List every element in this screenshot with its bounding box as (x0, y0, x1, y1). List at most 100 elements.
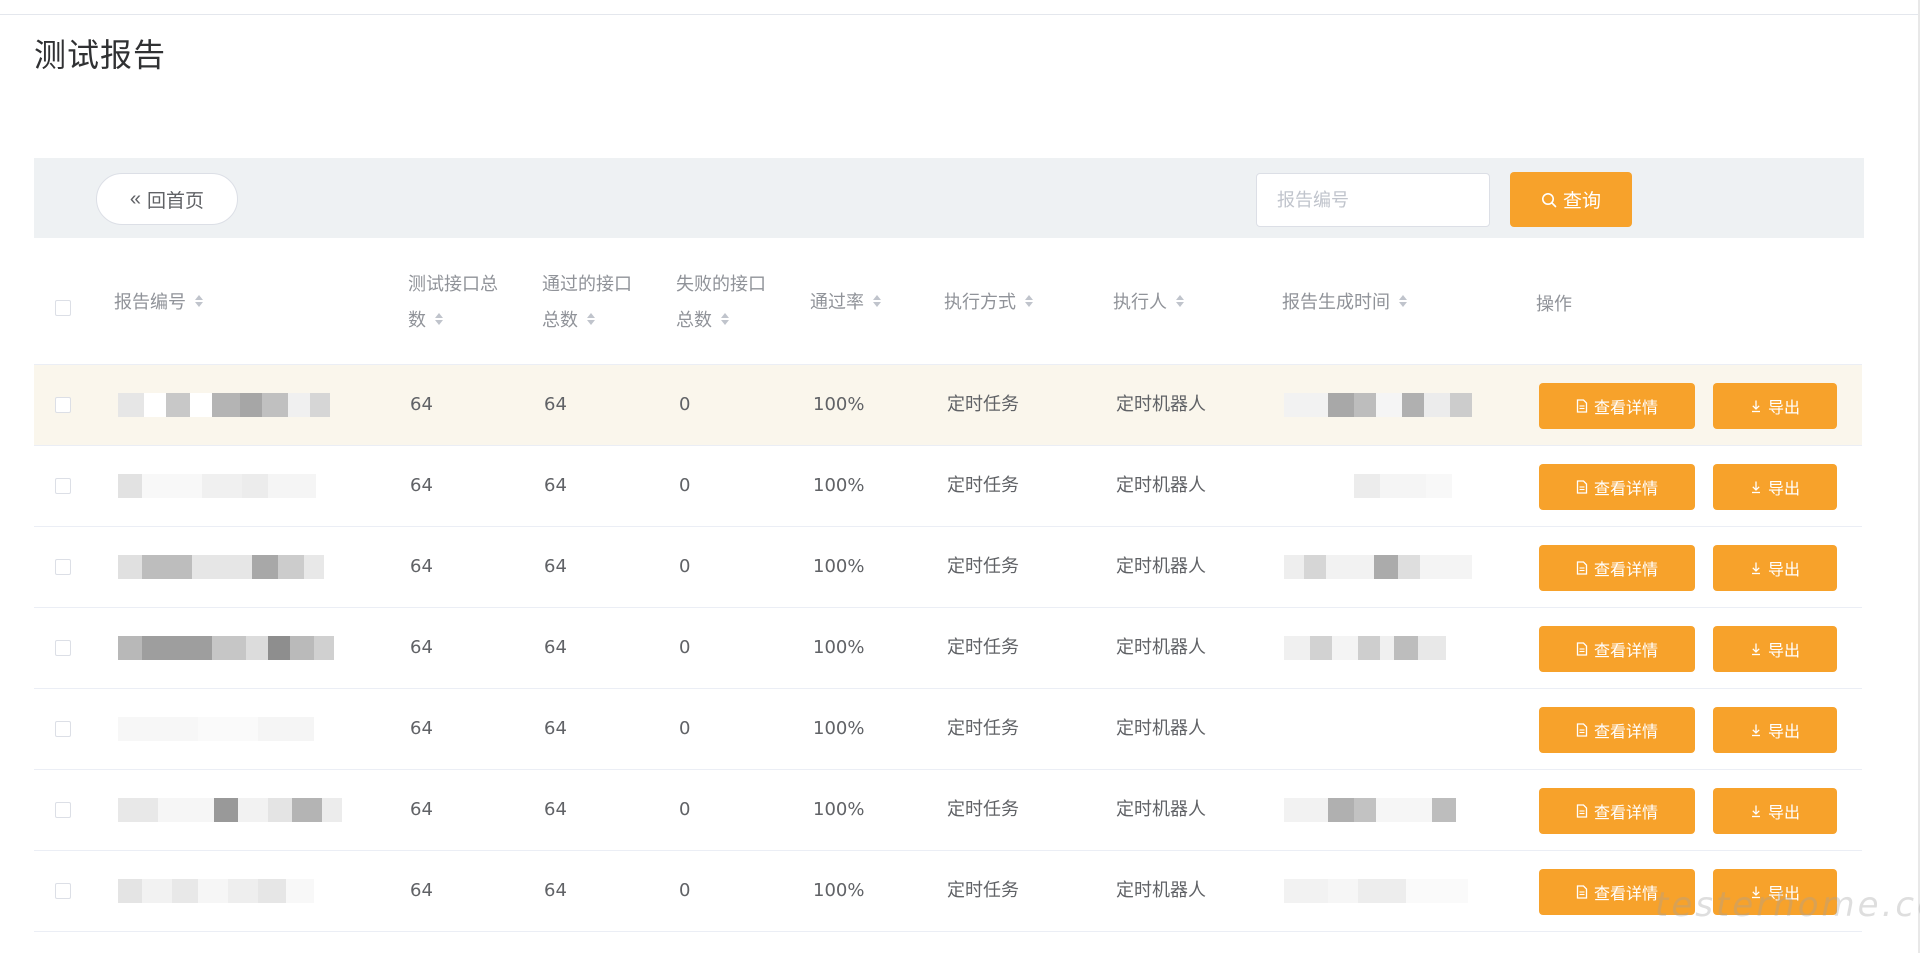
redacted-report-id (118, 555, 324, 579)
cell-exec-mode: 定时任务 (947, 718, 1019, 739)
view-details-button[interactable]: 查看详情 (1539, 788, 1695, 834)
column-header-exec-mode[interactable]: 执行方式 (944, 285, 1034, 321)
cell-executor: 定时机器人 (1116, 394, 1206, 415)
row-checkbox[interactable] (55, 559, 71, 575)
cell-exec-mode: 定时任务 (947, 799, 1019, 820)
column-label: 报告编号 (114, 292, 186, 313)
column-label: 执行人 (1113, 292, 1167, 313)
row-checkbox[interactable] (55, 802, 71, 818)
redacted-report-id (118, 474, 316, 498)
table-row[interactable]: 64 64 0 100% 定时任务 定时机器人 查看详情 导出 (34, 770, 1862, 851)
redacted-generated-time (1284, 879, 1468, 903)
cell-total: 64 (410, 394, 433, 415)
page: 测试报告 « 回首页 查询 报告编号 测试接口总 数 通过的接口 总数 (0, 0, 1920, 953)
report-table: 报告编号 测试接口总 数 通过的接口 总数 失败的接口 总数 通过率 执行方式 (34, 238, 1862, 932)
export-button[interactable]: 导出 (1713, 383, 1837, 429)
report-id-search-input[interactable] (1256, 173, 1490, 227)
cell-failed: 0 (679, 394, 691, 415)
document-icon (1576, 399, 1588, 413)
cell-pass-rate: 100% (813, 718, 865, 739)
view-details-button[interactable]: 查看详情 (1539, 383, 1695, 429)
cell-exec-mode: 定时任务 (947, 637, 1019, 658)
sort-icon[interactable] (720, 312, 730, 326)
view-details-button[interactable]: 查看详情 (1539, 707, 1695, 753)
cell-executor: 定时机器人 (1116, 799, 1206, 820)
select-all-checkbox[interactable] (55, 300, 71, 316)
column-header-executor[interactable]: 执行人 (1113, 285, 1185, 321)
document-icon (1576, 804, 1588, 818)
view-details-label: 查看详情 (1593, 479, 1658, 498)
export-button[interactable]: 导出 (1713, 788, 1837, 834)
table-row[interactable]: 64 64 0 100% 定时任务 定时机器人 查看详情 导出 (34, 365, 1862, 446)
cell-failed: 0 (679, 475, 691, 496)
sort-icon[interactable] (434, 312, 444, 326)
table-row[interactable]: 64 64 0 100% 定时任务 定时机器人 查看详情 导出 (34, 527, 1862, 608)
export-label: 导出 (1767, 479, 1800, 498)
download-icon (1751, 643, 1760, 656)
row-checkbox[interactable] (55, 721, 71, 737)
cell-executor: 定时机器人 (1116, 475, 1206, 496)
sort-icon[interactable] (586, 312, 596, 326)
export-button[interactable]: 导出 (1713, 626, 1837, 672)
row-checkbox[interactable] (55, 883, 71, 899)
view-details-label: 查看详情 (1593, 884, 1658, 903)
redacted-generated-time (1284, 393, 1472, 417)
query-button[interactable]: 查询 (1510, 172, 1632, 227)
document-icon (1576, 480, 1588, 494)
column-header-report-id[interactable]: 报告编号 (114, 285, 204, 321)
cell-failed: 0 (679, 556, 691, 577)
export-button[interactable]: 导出 (1713, 545, 1837, 591)
redacted-report-id (118, 798, 342, 822)
cell-failed: 0 (679, 799, 691, 820)
export-button[interactable]: 导出 (1713, 707, 1837, 753)
cell-passed: 64 (544, 637, 567, 658)
sort-icon[interactable] (1024, 294, 1034, 308)
row-checkbox[interactable] (55, 640, 71, 656)
back-home-button[interactable]: « 回首页 (96, 173, 238, 225)
cell-passed: 64 (544, 475, 567, 496)
view-details-button[interactable]: 查看详情 (1539, 545, 1695, 591)
cell-passed: 64 (544, 394, 567, 415)
table-row[interactable]: 64 64 0 100% 定时任务 定时机器人 查看详情 导出 (34, 446, 1862, 527)
row-checkbox[interactable] (55, 478, 71, 494)
export-button[interactable]: 导出 (1713, 464, 1837, 510)
redacted-report-id (118, 393, 330, 417)
view-details-label: 查看详情 (1593, 722, 1658, 741)
cell-total: 64 (410, 475, 433, 496)
export-label: 导出 (1767, 398, 1800, 417)
cell-exec-mode: 定时任务 (947, 556, 1019, 577)
cell-passed: 64 (544, 880, 567, 901)
cell-pass-rate: 100% (813, 475, 865, 496)
download-icon (1751, 562, 1760, 575)
cell-total: 64 (410, 637, 433, 658)
column-label: 总数 (542, 310, 578, 331)
redacted-generated-time (1284, 474, 1452, 498)
column-label: 数 (408, 310, 426, 331)
column-header-pass-rate[interactable]: 通过率 (810, 285, 882, 321)
view-details-button[interactable]: 查看详情 (1539, 464, 1695, 510)
column-header-generated-time[interactable]: 报告生成时间 (1282, 285, 1408, 321)
cell-pass-rate: 100% (813, 556, 865, 577)
column-header-actions: 操作 (1536, 287, 1572, 323)
sort-icon[interactable] (872, 294, 882, 308)
table-row[interactable]: 64 64 0 100% 定时任务 定时机器人 查看详情 导出 (34, 689, 1862, 770)
sort-icon[interactable] (194, 294, 204, 308)
sort-icon[interactable] (1398, 294, 1408, 308)
double-chevron-left-icon: « (129, 187, 142, 210)
view-details-button[interactable]: 查看详情 (1539, 626, 1695, 672)
cell-passed: 64 (544, 556, 567, 577)
download-icon (1751, 805, 1760, 818)
cell-failed: 0 (679, 718, 691, 739)
table-row[interactable]: 64 64 0 100% 定时任务 定时机器人 查看详情 导出 (34, 851, 1862, 932)
row-checkbox[interactable] (55, 397, 71, 413)
column-header-passed[interactable]: 通过的接口 总数 (542, 267, 632, 339)
cell-pass-rate: 100% (813, 799, 865, 820)
table-row[interactable]: 64 64 0 100% 定时任务 定时机器人 查看详情 导出 (34, 608, 1862, 689)
watermark: testerhome.com (1655, 885, 1920, 925)
view-details-label: 查看详情 (1593, 398, 1658, 417)
cell-total: 64 (410, 799, 433, 820)
column-header-total[interactable]: 测试接口总 数 (408, 267, 498, 339)
column-header-failed[interactable]: 失败的接口 总数 (676, 267, 766, 339)
sort-icon[interactable] (1175, 294, 1185, 308)
column-label: 通过率 (810, 292, 864, 313)
